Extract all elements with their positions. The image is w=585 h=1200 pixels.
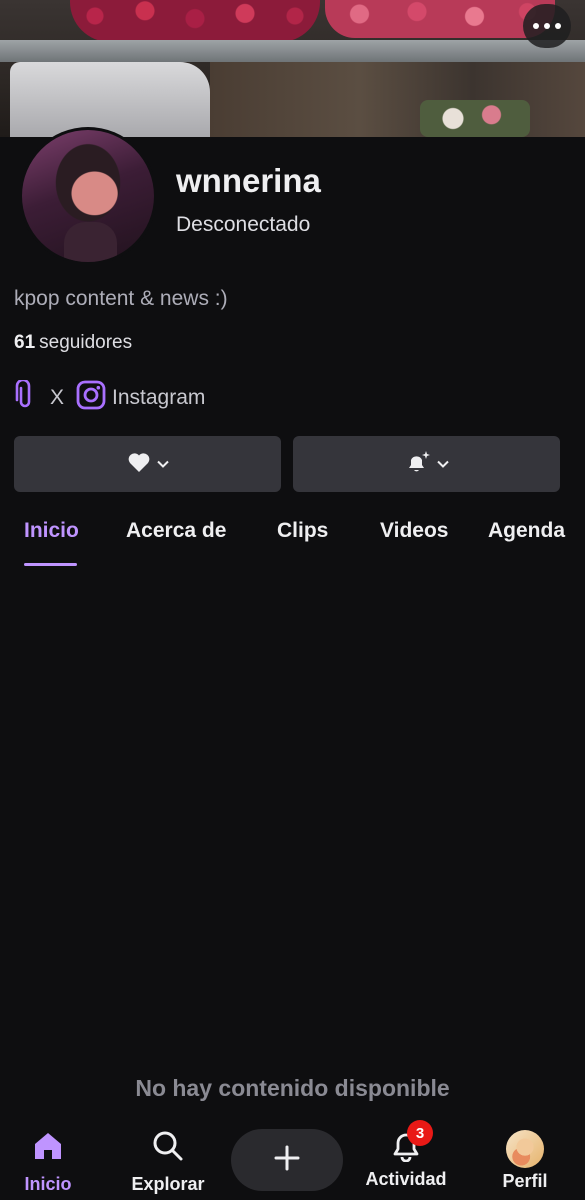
channel-username: wnnerina (176, 162, 321, 199)
follower-count[interactable]: 61 seguidores (14, 332, 132, 354)
follower-count-value: 61 (14, 332, 36, 353)
channel-avatar[interactable] (19, 127, 157, 265)
home-icon (32, 1130, 64, 1167)
profile-banner (0, 0, 585, 137)
social-link-instagram-label: Instagram (112, 386, 206, 409)
chevron-down-icon (156, 455, 169, 473)
nav-activity-label: Actividad (365, 1169, 447, 1189)
tab-videos[interactable]: Videos (380, 519, 448, 543)
create-button[interactable] (231, 1129, 343, 1191)
nav-home[interactable]: Inicio (0, 1130, 98, 1196)
social-links: X Instagram (14, 378, 205, 416)
nav-explore[interactable]: Explorar (118, 1130, 218, 1196)
empty-state-message: No hay contenido disponible (135, 1075, 450, 1101)
notifications-button[interactable] (293, 436, 560, 492)
bell-icon: 3 (390, 1120, 433, 1163)
more-options-button[interactable] (523, 4, 571, 48)
channel-tabs: Inicio Acerca de Clips Videos Agenda (0, 515, 585, 570)
active-tab-indicator (24, 563, 77, 566)
nav-explore-label: Explorar (131, 1174, 205, 1194)
nav-home-label: Inicio (24, 1174, 72, 1194)
banner-sack (10, 62, 210, 137)
nav-profile[interactable]: Perfil (475, 1130, 575, 1196)
social-link-x-label: X (50, 386, 65, 409)
banner-flowers-left (70, 0, 320, 42)
banner-bouquet (420, 100, 530, 137)
banner-rail (0, 40, 585, 62)
paperclip-icon (14, 378, 36, 416)
banner-flowers-right (325, 0, 555, 38)
notification-badge: 3 (407, 1120, 433, 1146)
tab-acerca-de[interactable]: Acerca de (126, 519, 226, 543)
follow-button[interactable] (14, 436, 281, 492)
nav-activity[interactable]: 3 Actividad (356, 1120, 456, 1196)
plus-icon (274, 1145, 300, 1176)
avatar-image (22, 130, 154, 262)
channel-status: Desconectado (176, 213, 311, 236)
tab-clips[interactable]: Clips (277, 519, 328, 543)
bottom-navigation: Inicio Explorar 3 Actividad Perfil (0, 1118, 585, 1200)
tab-inicio[interactable]: Inicio (24, 519, 79, 543)
social-link-x[interactable]: X (14, 378, 65, 416)
nav-profile-label: Perfil (502, 1171, 548, 1191)
ellipsis-icon (533, 23, 561, 29)
heart-icon (127, 451, 151, 478)
bell-sparkle-icon (405, 449, 431, 480)
tab-agenda[interactable]: Agenda (488, 519, 565, 543)
instagram-icon (76, 380, 106, 416)
profile-avatar (506, 1130, 544, 1168)
channel-bio: kpop content & news :) (14, 287, 228, 310)
chevron-down-icon (436, 455, 449, 473)
search-icon (152, 1130, 184, 1167)
follower-count-label: seguidores (39, 332, 133, 353)
social-link-instagram[interactable]: Instagram (76, 380, 205, 416)
